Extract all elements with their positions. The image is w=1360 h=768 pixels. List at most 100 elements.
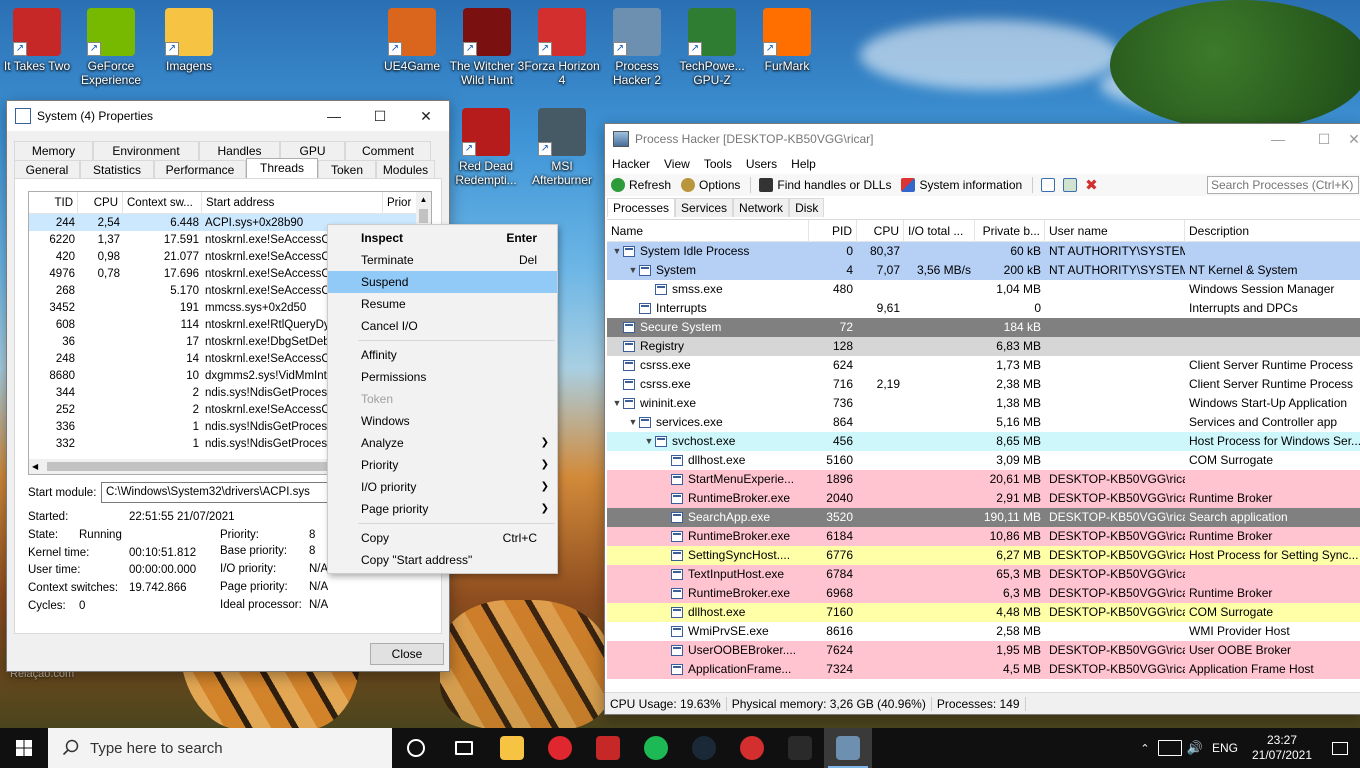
process-row[interactable]: WmiPrvSE.exe 8616 2,58 MB WMI Provider Host [607,622,1360,641]
desktop-icon-imagens[interactable]: ↗ Imagens [151,8,227,73]
menu-item-inspect[interactable]: Inspect Enter [328,227,557,249]
menu-item-i-o-priority[interactable]: I/O priority ❯ [328,476,557,498]
menu-item-cancel-i-o[interactable]: Cancel I/O [328,315,557,337]
taskbar-app-opera[interactable] [536,728,584,768]
chevron-up-icon[interactable]: ⌃ [1134,742,1156,755]
tab-environment[interactable]: Environment [93,141,199,160]
menu-item-terminate[interactable]: Terminate Del [328,249,557,271]
ph-titlebar[interactable]: Process Hacker [DESKTOP-KB50VGG\ricar] —… [605,124,1360,154]
col-io-total[interactable]: I/O total ... [904,220,975,241]
minimize-button[interactable]: — [311,101,357,131]
search-processes-input[interactable] [1207,176,1359,194]
expand-icon[interactable]: ▼ [611,394,623,413]
tab-processes[interactable]: Processes [607,198,676,217]
system-information-button[interactable]: System information [901,178,1022,192]
process-row[interactable]: ▼ System Idle Process 0 80,37 60 kB NT AUTHOR… [607,242,1360,261]
desktop-icon-msi-afterburner[interactable]: ↗ MSI Afterburner [524,108,600,187]
network-icon[interactable] [1158,740,1182,756]
taskbar-app-epic-games[interactable] [776,728,824,768]
col-private-bytes[interactable]: Private b... [975,220,1045,241]
process-row[interactable]: csrss.exe 716 2,19 2,38 MB Client Server Run… [607,375,1360,394]
taskbar-app-steam[interactable] [680,728,728,768]
close-button[interactable]: Close [370,643,444,665]
close-window-button[interactable]: ✕ [403,101,449,131]
properties-titlebar[interactable]: System (4) Properties — ☐ ✕ [7,101,449,131]
expand-icon[interactable]: ▼ [627,413,639,432]
hscroll-thumb[interactable] [47,462,327,471]
menu-item-resume[interactable]: Resume [328,293,557,315]
process-row[interactable]: dllhost.exe 7160 4,48 MB DESKTOP-KB50VGG\ri… [607,603,1360,622]
desktop-icon-forza-horizon-4[interactable]: ↗ Forza Horizon 4 [524,8,600,87]
scroll-thumb[interactable] [419,209,428,223]
process-row[interactable]: RuntimeBroker.exe 2040 2,91 MB DESKTOP-KB50… [607,489,1360,508]
desktop-icon-it-takes-two[interactable]: ↗ It Takes Two [0,8,75,73]
menu-item-priority[interactable]: Priority ❯ [328,454,557,476]
process-row[interactable]: dllhost.exe 5160 3,09 MB COM Surrogate [607,451,1360,470]
ph-close-button[interactable]: ✕ [1347,124,1360,154]
process-row[interactable]: RuntimeBroker.exe 6968 6,3 MB DESKTOP-KB50V… [607,584,1360,603]
scroll-up-icon[interactable]: ▲ [416,192,431,207]
col-description[interactable]: Description [1185,220,1360,241]
process-row[interactable]: ▼ wininit.exe 736 1,38 MB Windows Start-Up A… [607,394,1360,413]
menu-item-suspend[interactable]: Suspend [328,271,557,293]
window-button[interactable] [1041,178,1059,192]
find-handles-button[interactable]: Find handles or DLLs [759,178,891,192]
tab-memory[interactable]: Memory [14,141,93,160]
menu-item-analyze[interactable]: Analyze ❯ [328,432,557,454]
process-row[interactable]: ▼ System 4 7,07 3,56 MB/s 200 kB NT AUTHORITY\… [607,261,1360,280]
col-priority[interactable]: Prior [383,192,418,214]
desktop-icon-red-dead-redempti[interactable]: ↗ Red Dead Redempti... [448,108,524,187]
process-row[interactable]: smss.exe 480 1,04 MB Windows Session Manage… [607,280,1360,299]
tab-performance[interactable]: Performance [154,160,246,179]
expand-icon[interactable]: ▼ [627,261,639,280]
desktop-icon-the-witcher-3-wild-hunt[interactable]: ↗ The Witcher 3 Wild Hunt [449,8,525,87]
col-user-name[interactable]: User name [1045,220,1185,241]
find-window-button[interactable] [1063,178,1081,192]
tab-services[interactable]: Services [675,198,734,217]
col-cpu[interactable]: CPU [78,192,123,214]
volume-icon[interactable]: 🔊 [1184,740,1206,756]
tab-token[interactable]: Token [318,160,376,179]
taskbar-app-spotify[interactable] [632,728,680,768]
desktop-icon-geforce-experience[interactable]: ↗ GeForce Experience [73,8,149,87]
tab-comment[interactable]: Comment [345,141,431,160]
taskbar-app-rockstar[interactable] [728,728,776,768]
col-name[interactable]: Name [607,220,809,241]
menu-hacker[interactable]: Hacker [605,157,657,171]
menu-item-copy[interactable]: Copy Ctrl+C [328,527,557,549]
tab-modules[interactable]: Modules [376,160,435,179]
taskbar-app-cortana[interactable] [392,728,440,768]
process-row[interactable]: ApplicationFrame... 7324 4,5 MB DESKTOP-KB5… [607,660,1360,679]
col-start-address[interactable]: Start address [202,192,383,214]
menu-help[interactable]: Help [784,157,823,171]
tab-network[interactable]: Network [733,198,790,217]
taskbar-app-task-view[interactable] [440,728,488,768]
maximize-button[interactable]: ☐ [357,101,403,131]
taskbar-search[interactable]: Type here to search [48,728,392,768]
language-indicator[interactable]: ENG [1206,741,1244,755]
tab-general[interactable]: General [14,160,80,179]
process-row[interactable]: TextInputHost.exe 6784 65,3 MB DESKTOP-KB50… [607,565,1360,584]
desktop-icon-ue4game[interactable]: ↗ UE4Game [374,8,450,73]
tab-threads[interactable]: Threads [246,158,318,179]
terminate-tool-button[interactable]: ✖ [1085,176,1098,194]
start-button[interactable] [0,728,48,768]
clock[interactable]: 23:27 21/07/2021 [1244,733,1320,763]
tab-disk[interactable]: Disk [789,198,825,217]
taskbar-app-file-explorer[interactable] [488,728,536,768]
process-row[interactable]: StartMenuExperie... 1896 20,61 MB DESKTOP-K… [607,470,1360,489]
process-row[interactable]: Interrupts 9,61 0 Interrupts and DPCs [607,299,1360,318]
ph-maximize-button[interactable]: ☐ [1301,124,1347,154]
taskbar-app-forza[interactable] [584,728,632,768]
process-row[interactable]: Registry 128 6,83 MB [607,337,1360,356]
desktop-icon-techpowe-gpu-z[interactable]: ↗ TechPowe... GPU-Z [674,8,750,87]
process-row[interactable]: ▼ services.exe 864 5,16 MB Services and Cont… [607,413,1360,432]
menu-item-windows[interactable]: Windows [328,410,557,432]
col-tid[interactable]: TID [29,192,78,214]
process-row[interactable]: ▼ svchost.exe 456 8,65 MB Host Process for W… [607,432,1360,451]
process-row[interactable]: SearchApp.exe 3520 190,11 MB DESKTOP-KB50VG… [607,508,1360,527]
process-row[interactable]: csrss.exe 624 1,73 MB Client Server Runtime… [607,356,1360,375]
taskbar-app-process-hacker[interactable] [824,728,872,768]
notifications-button[interactable] [1320,728,1360,768]
process-row[interactable]: RuntimeBroker.exe 6184 10,86 MB DESKTOP-KB5… [607,527,1360,546]
